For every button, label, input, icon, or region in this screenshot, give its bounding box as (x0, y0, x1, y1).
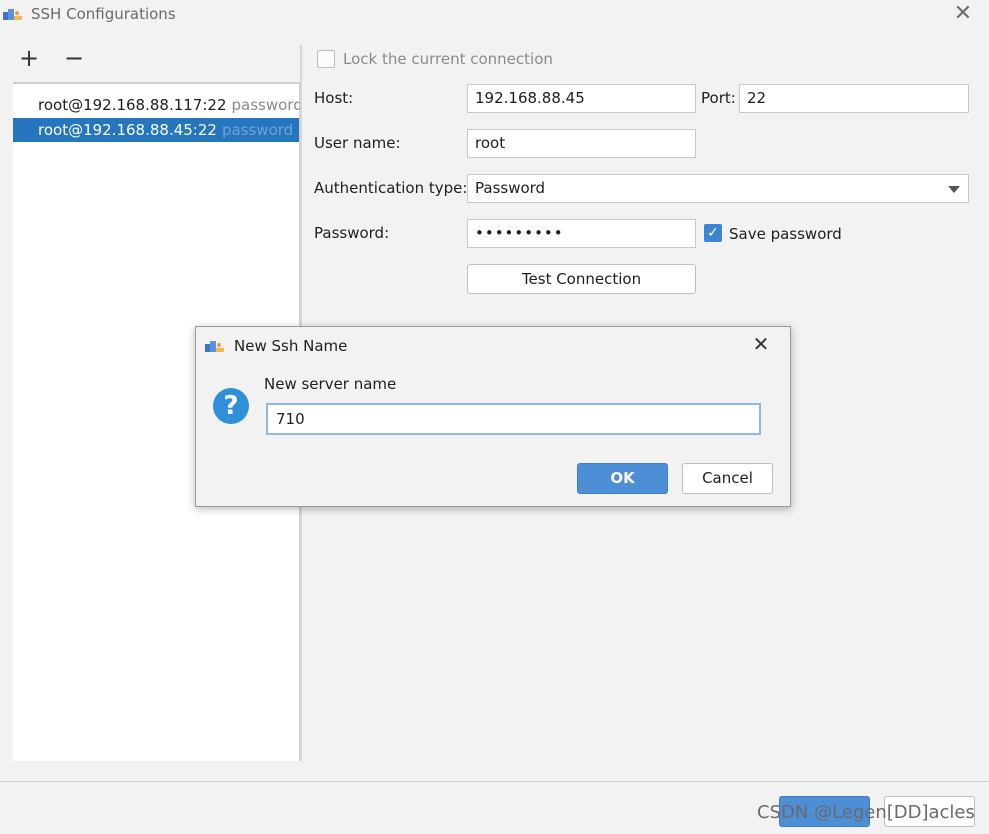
user-name-label: User name: (314, 134, 401, 152)
auth-type-label: Authentication type: (314, 179, 468, 197)
dialog-cancel-button[interactable]: Cancel (682, 463, 773, 494)
app-logo-icon (205, 341, 224, 352)
lock-connection-label: Lock the current connection (343, 50, 553, 68)
dialog-prompt: New server name (264, 375, 397, 393)
user-name-input[interactable]: root (467, 129, 696, 158)
password-input[interactable]: ••••••••• (467, 219, 696, 248)
plus-icon[interactable]: + (17, 46, 41, 71)
save-password-label: Save password (729, 225, 842, 243)
connection-item[interactable]: root@192.168.88.117:22 password (13, 93, 303, 117)
new-ssh-name-dialog: New Ssh Name ✕ ? New server name 710 OK … (195, 326, 791, 507)
dialog-title: New Ssh Name (234, 337, 348, 355)
auth-type-value: Password (475, 179, 546, 197)
footer-separator (0, 781, 989, 782)
connection-item-selected[interactable]: root@192.168.88.45:22 password (13, 118, 299, 142)
dialog-ok-button[interactable]: OK (577, 463, 668, 494)
close-icon[interactable]: ✕ (952, 3, 974, 26)
connection-host: root@192.168.88.117:22 (38, 96, 227, 114)
save-password-checkbox[interactable]: ✓ (704, 224, 722, 242)
lock-connection-checkbox[interactable] (317, 50, 335, 68)
watermark: CSDN @Legen[DD]acles (757, 802, 975, 823)
host-input[interactable]: 192.168.88.45 (467, 84, 696, 113)
dialog-close-icon[interactable]: ✕ (750, 333, 772, 355)
chevron-down-icon[interactable] (948, 186, 960, 193)
password-label: Password: (314, 224, 390, 242)
port-label: Port: (701, 89, 736, 107)
connection-auth: password (221, 121, 294, 139)
minus-icon[interactable]: − (62, 46, 86, 71)
port-input[interactable]: 22 (739, 84, 969, 113)
auth-type-select[interactable]: Password (467, 174, 969, 203)
app-logo-icon (3, 9, 22, 20)
question-icon: ? (213, 388, 249, 424)
server-name-input[interactable]: 710 (266, 403, 761, 435)
host-label: Host: (314, 89, 354, 107)
window-title: SSH Configurations (31, 5, 176, 23)
test-connection-button[interactable]: Test Connection (467, 264, 696, 294)
connection-auth: password (231, 96, 303, 114)
connection-host: root@192.168.88.45:22 (38, 121, 217, 139)
title-bar: SSH Configurations ✕ (0, 0, 989, 30)
